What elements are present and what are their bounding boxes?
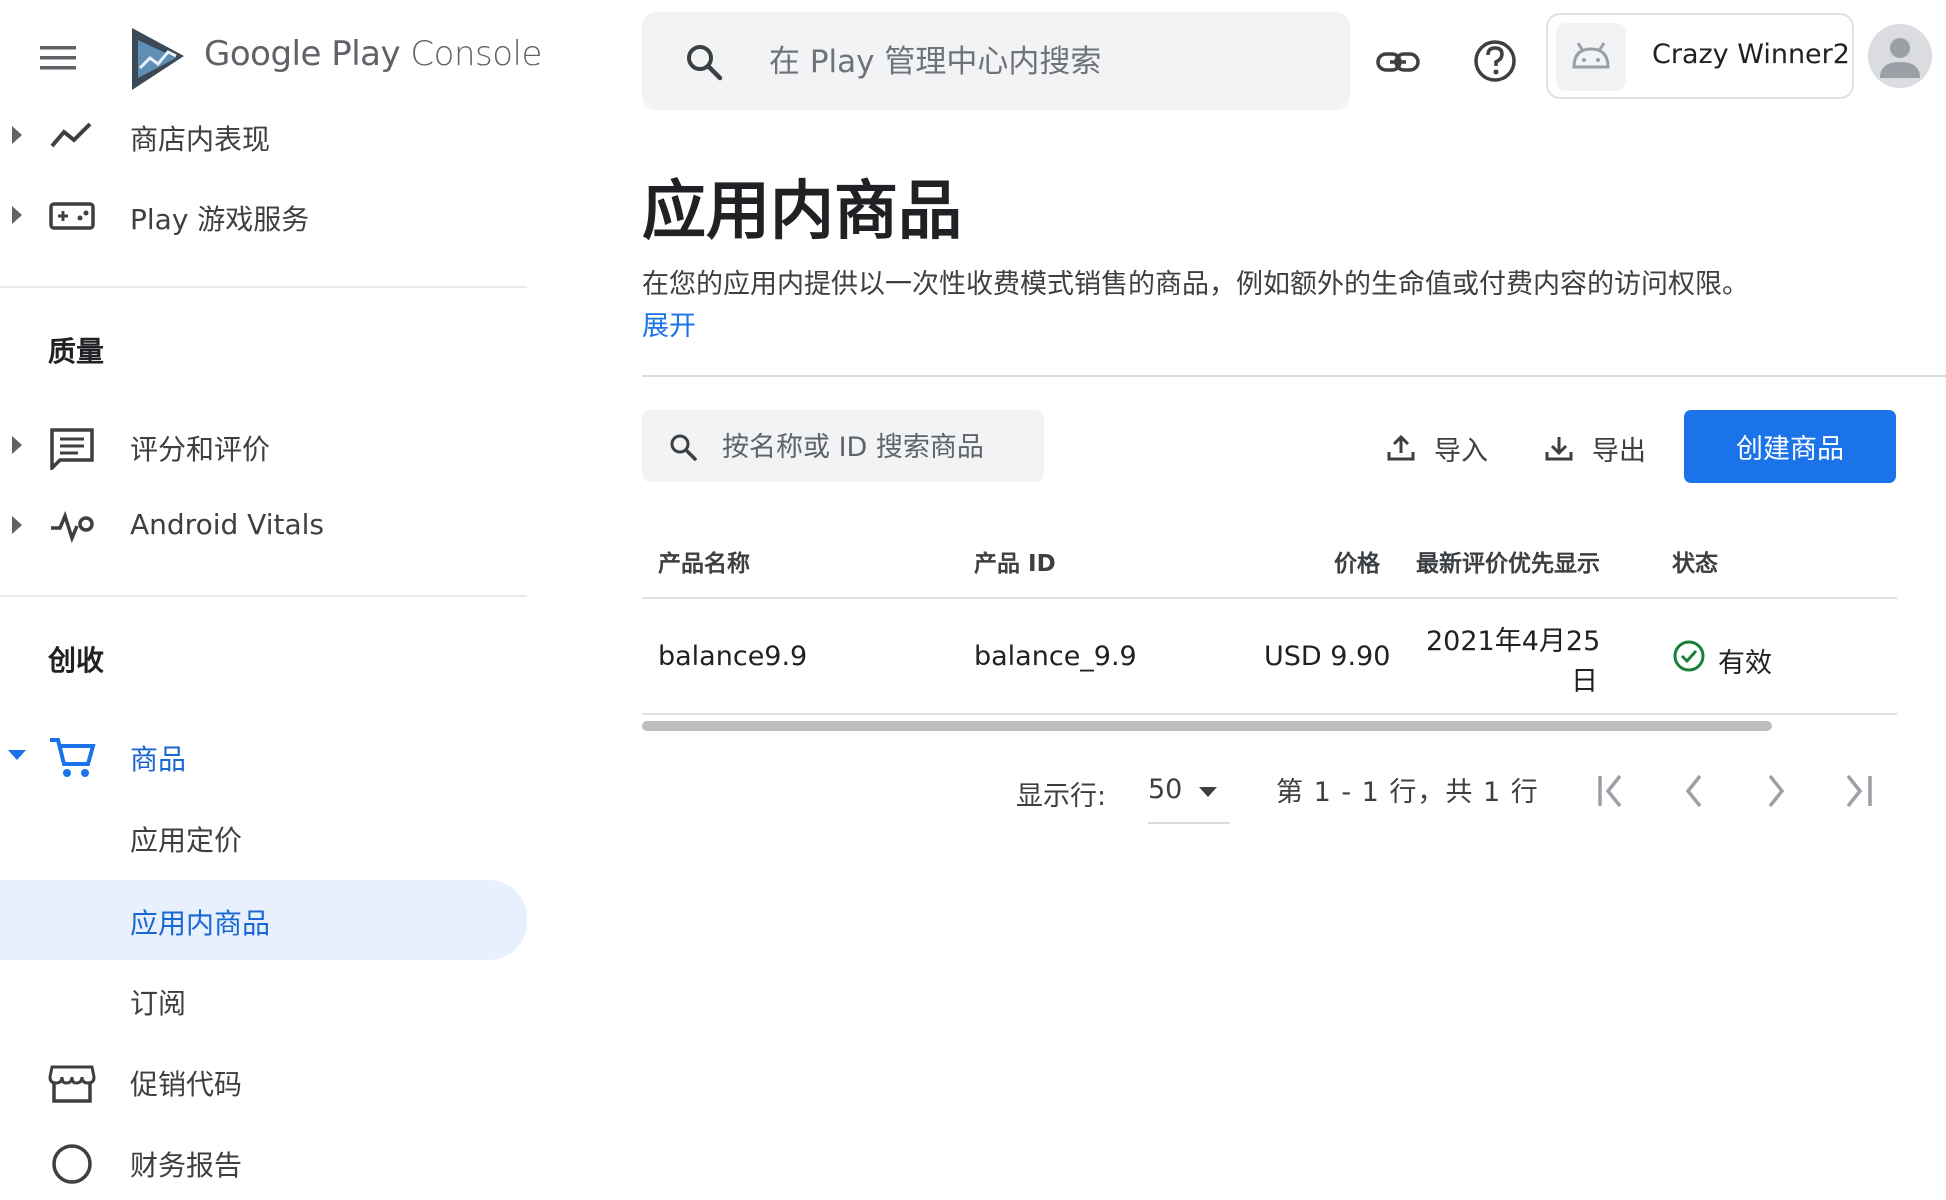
sidebar-divider	[0, 286, 527, 288]
sidebar-item-promo-codes[interactable]: 促销代码	[0, 1043, 527, 1119]
sidebar-section-monetize: 创收	[48, 644, 105, 677]
store-icon	[48, 1061, 96, 1105]
trending-icon	[48, 116, 96, 156]
sidebar-item-label: 应用内商品	[130, 907, 271, 940]
sidebar-item-label: 财务报告	[130, 1149, 243, 1182]
cell-price: USD 9.90	[1264, 641, 1391, 672]
sidebar-item-app-pricing[interactable]: 应用定价	[0, 799, 527, 875]
collapse-arrow-icon[interactable]	[6, 748, 28, 762]
sidebar-item-label: 评分和评价	[130, 433, 271, 466]
sidebar-item-play-games[interactable]: Play 游戏服务	[0, 178, 527, 254]
brand-title: Google Play Console	[204, 34, 542, 74]
import-label: 导入	[1434, 435, 1488, 467]
help-icon[interactable]	[1470, 36, 1520, 86]
sidebar-item-android-vitals[interactable]: Android Vitals	[0, 488, 527, 564]
expand-arrow-icon[interactable]	[10, 204, 24, 226]
review-icon	[48, 426, 96, 470]
horizontal-scrollbar[interactable]	[642, 721, 1772, 731]
sidebar-item-subscriptions[interactable]: 订阅	[0, 962, 527, 1038]
gamepad-icon	[48, 196, 96, 236]
app-selector[interactable]: Crazy Winner2	[1546, 13, 1854, 99]
brand-console: Console	[410, 34, 542, 74]
import-button[interactable]: 导入	[1386, 420, 1488, 476]
first-page-icon[interactable]	[1588, 766, 1638, 816]
rows-per-page-label: 显示行:	[1016, 781, 1107, 812]
sidebar-divider	[0, 595, 527, 597]
create-product-button[interactable]: 创建商品	[1684, 410, 1896, 483]
previous-page-icon[interactable]	[1670, 766, 1720, 816]
expand-arrow-icon[interactable]	[10, 124, 24, 146]
link-icon[interactable]	[1374, 38, 1422, 86]
sidebar-item-label: Play 游戏服务	[130, 203, 310, 236]
product-search[interactable]	[642, 410, 1044, 482]
android-icon	[1556, 23, 1626, 91]
download-icon	[1544, 433, 1574, 463]
cart-icon	[48, 736, 96, 780]
brand-google: Google Play	[204, 34, 401, 74]
sidebar-item-ratings-reviews[interactable]: 评分和评价	[0, 408, 527, 484]
export-label: 导出	[1592, 435, 1646, 467]
export-button[interactable]: 导出	[1544, 420, 1646, 476]
sidebar-item-label: 应用定价	[130, 824, 243, 857]
cell-date-line1: 2021年4月25	[1426, 626, 1601, 657]
sidebar-item-label: 商店内表现	[130, 123, 271, 156]
vitals-icon	[48, 506, 96, 546]
cell-status: 有效	[1718, 648, 1772, 679]
divider	[642, 375, 1946, 377]
cell-date-line2: 日	[1571, 666, 1598, 697]
global-search-input[interactable]	[767, 34, 1331, 90]
upload-icon	[1386, 433, 1416, 463]
menu-icon[interactable]	[38, 38, 78, 78]
search-icon	[684, 42, 724, 82]
column-header-id[interactable]: 产品 ID	[974, 544, 1056, 578]
cell-product-id: balance_9.9	[974, 641, 1137, 672]
avatar[interactable]	[1868, 24, 1932, 88]
last-page-icon[interactable]	[1832, 766, 1882, 816]
expand-arrow-icon[interactable]	[10, 514, 24, 536]
column-header-price[interactable]: 价格	[1334, 544, 1380, 578]
sidebar-item-store-performance[interactable]: 商店内表现	[0, 98, 527, 174]
page-description: 在您的应用内提供以一次性收费模式销售的商品，例如额外的生命值或付费内容的访问权限…	[642, 269, 1749, 300]
chevron-down-icon	[1198, 786, 1218, 798]
column-header-latest[interactable]: 最新评价优先显示	[1416, 544, 1600, 578]
page-title: 应用内商品	[642, 175, 962, 249]
sidebar-item-label: 促销代码	[130, 1068, 243, 1101]
sidebar-item-label: 商品	[130, 743, 187, 776]
check-circle-icon	[1672, 639, 1706, 673]
rows-per-page-value: 50	[1148, 774, 1183, 805]
sidebar-section-quality: 质量	[48, 335, 105, 368]
financial-icon	[48, 1142, 96, 1186]
sidebar-item-products[interactable]: 商品	[0, 718, 527, 794]
table-row-divider	[642, 713, 1897, 715]
table-row[interactable]: balance9.9 balance_9.9 USD 9.90 2021年4月2…	[642, 599, 1897, 713]
product-search-input[interactable]	[720, 424, 1034, 470]
next-page-icon[interactable]	[1750, 766, 1800, 816]
sidebar-item-label: 订阅	[130, 987, 187, 1020]
column-header-name[interactable]: 产品名称	[658, 544, 750, 578]
rows-per-page-select[interactable]: 50	[1148, 766, 1230, 824]
play-console-logo[interactable]	[128, 26, 188, 92]
column-header-status[interactable]: 状态	[1672, 544, 1718, 578]
sidebar-item-in-app-products[interactable]: 应用内商品	[0, 880, 527, 960]
sidebar-item-label: Android Vitals	[130, 508, 324, 541]
global-search[interactable]	[642, 12, 1350, 110]
sidebar-item-financial-reports[interactable]: 财务报告	[0, 1124, 527, 1200]
expand-link[interactable]: 展开	[642, 304, 696, 343]
expand-arrow-icon[interactable]	[10, 434, 24, 456]
app-name: Crazy Winner2	[1652, 39, 1850, 70]
search-icon	[668, 432, 698, 462]
page-range: 第 1 - 1 行，共 1 行	[1276, 777, 1539, 808]
cell-product-name: balance9.9	[658, 641, 808, 672]
